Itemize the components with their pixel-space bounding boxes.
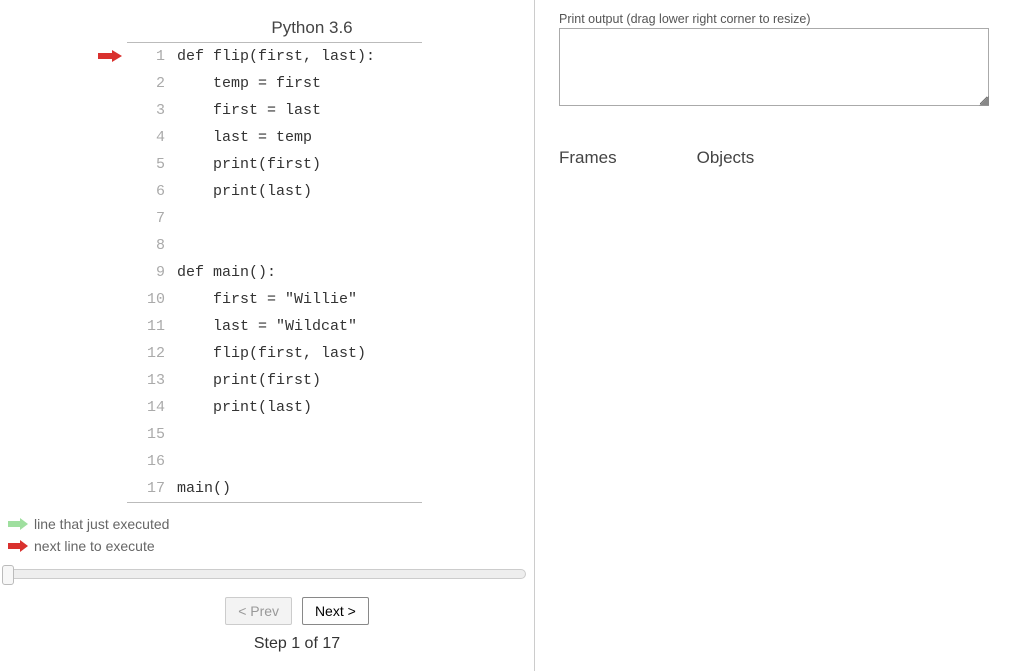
code-text: print(first)	[177, 372, 321, 389]
code-text: def main():	[177, 264, 276, 281]
line-number: 3	[127, 102, 177, 119]
legend-next-line: next line to execute	[34, 538, 155, 554]
arrow-green-icon	[8, 518, 28, 530]
legend-just-executed: line that just executed	[34, 516, 169, 532]
code-block: 1def flip(first, last):2 temp = first3 f…	[127, 42, 422, 503]
line-number: 15	[127, 426, 177, 443]
output-label: Print output (drag lower right corner to…	[559, 12, 1007, 26]
code-text: def flip(first, last):	[177, 48, 375, 65]
line-number: 4	[127, 129, 177, 146]
code-text: flip(first, last)	[177, 345, 366, 362]
controls: < Prev Next >	[0, 597, 534, 625]
step-counter: Step 1 of 17	[0, 635, 534, 653]
code-line: 1def flip(first, last):	[127, 43, 422, 70]
line-number: 5	[127, 156, 177, 173]
legend: line that just executed next line to exe…	[8, 513, 534, 557]
line-number: 7	[127, 210, 177, 227]
line-number: 2	[127, 75, 177, 92]
code-line: 3 first = last	[127, 97, 422, 124]
arrow-red-icon	[8, 540, 28, 552]
code-text: main()	[177, 480, 231, 497]
code-line: 13 print(first)	[127, 367, 422, 394]
line-number: 12	[127, 345, 177, 362]
code-line: 11 last = "Wildcat"	[127, 313, 422, 340]
code-text: print(last)	[177, 399, 312, 416]
code-text: last = "Wildcat"	[177, 318, 357, 335]
code-line: 10 first = "Willie"	[127, 286, 422, 313]
line-number: 16	[127, 453, 177, 470]
code-line: 17main()	[127, 475, 422, 502]
line-number: 14	[127, 399, 177, 416]
line-number: 11	[127, 318, 177, 335]
language-title: Python 3.6	[0, 18, 534, 38]
line-number: 1	[127, 48, 177, 65]
code-line: 2 temp = first	[127, 70, 422, 97]
code-text: print(last)	[177, 183, 312, 200]
line-number: 10	[127, 291, 177, 308]
frames-header: Frames	[559, 148, 617, 168]
objects-header: Objects	[697, 148, 755, 168]
code-pane: Python 3.6 1def flip(first, last):2 temp…	[0, 0, 535, 671]
line-number: 13	[127, 372, 177, 389]
line-number: 9	[127, 264, 177, 281]
line-number: 6	[127, 183, 177, 200]
code-line: 6 print(last)	[127, 178, 422, 205]
visualization-pane: Print output (drag lower right corner to…	[535, 0, 1015, 671]
code-text: last = temp	[177, 129, 312, 146]
step-slider[interactable]	[0, 569, 534, 579]
code-line: 16	[127, 448, 422, 475]
prev-button[interactable]: < Prev	[225, 597, 292, 625]
output-box[interactable]	[559, 28, 989, 106]
code-line: 4 last = temp	[127, 124, 422, 151]
code-line: 7	[127, 205, 422, 232]
code-text: print(first)	[177, 156, 321, 173]
code-text: temp = first	[177, 75, 321, 92]
slider-thumb[interactable]	[2, 565, 14, 585]
code-line: 9def main():	[127, 259, 422, 286]
line-number: 17	[127, 480, 177, 497]
code-line: 14 print(last)	[127, 394, 422, 421]
line-number: 8	[127, 237, 177, 254]
next-button[interactable]: Next >	[302, 597, 369, 625]
code-line: 12 flip(first, last)	[127, 340, 422, 367]
code-line: 15	[127, 421, 422, 448]
code-line: 5 print(first)	[127, 151, 422, 178]
code-text: first = last	[177, 102, 321, 119]
next-line-arrow-icon	[92, 49, 122, 65]
code-line: 8	[127, 232, 422, 259]
code-text: first = "Willie"	[177, 291, 357, 308]
